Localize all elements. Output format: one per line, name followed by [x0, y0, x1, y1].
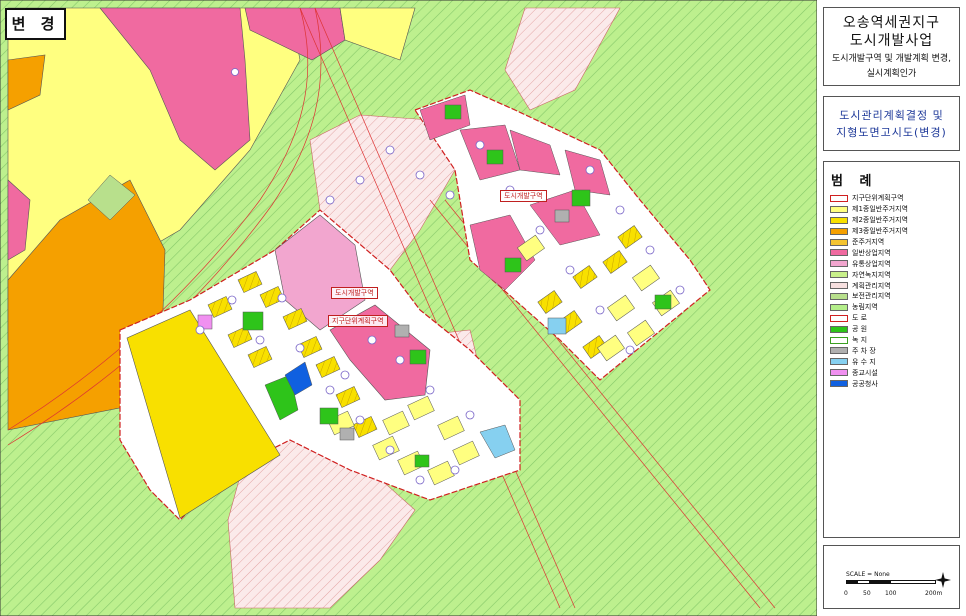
legend-swatch [830, 369, 848, 377]
legend-item: 제3종일반주거지역 [830, 226, 955, 237]
legend-swatch [830, 227, 848, 235]
legend-label: 계획관리지역 [852, 281, 891, 290]
legend-swatch [830, 216, 848, 224]
legend-panel: 범 례 지구단위계획구역제1종일반주거지역제2종일반주거지역제3종일반주거지역준… [823, 161, 960, 538]
legend-label: 보전관리지역 [852, 292, 891, 301]
legend-item: 자연녹지지역 [830, 269, 955, 280]
change-badge: 변 경 [5, 8, 66, 40]
parking-lot-west [394, 324, 410, 338]
subtitle-line-1: 도시관리계획결정 및 [839, 109, 944, 122]
scale-label: SCALE = None [846, 571, 890, 578]
legend-title: 범 례 [831, 174, 878, 189]
legend-swatch [830, 194, 848, 202]
legend-swatch [830, 347, 848, 355]
title-panel: 오송역세권지구 도시개발사업 도시개발구역 및 개발계획 변경, 실시계획인가 [823, 7, 960, 86]
legend-label: 공 원 [852, 325, 868, 334]
legend-item: 농림지역 [830, 302, 955, 313]
legend-swatch [830, 336, 848, 344]
legend-label: 자연녹지지역 [852, 270, 891, 279]
reservoir-lot-east [547, 317, 567, 335]
legend-label: 지구단위계획구역 [852, 194, 904, 203]
legend-item: 지구단위계획구역 [830, 193, 955, 204]
legend-item: 제2종일반주거지역 [830, 215, 955, 226]
legend-item: 계획관리지역 [830, 280, 955, 291]
title-line-4: 실시계획인가 [866, 69, 917, 79]
legend-swatch [830, 249, 848, 257]
legend-swatch [830, 292, 848, 300]
legend-item: 일반상업지역 [830, 247, 955, 258]
legend-swatch [830, 271, 848, 279]
legend-swatch [830, 238, 848, 246]
legend-swatch [830, 314, 848, 322]
legend-swatch [830, 358, 848, 366]
scale-tick-2: 100 [885, 590, 897, 597]
legend-swatch [830, 303, 848, 311]
legend-swatch [830, 282, 848, 290]
legend-label: 농림지역 [852, 303, 878, 312]
legend-item: 공공청사 [830, 378, 955, 389]
legend-item: 유통상업지역 [830, 258, 955, 269]
map-label-zone-north: 도시개발구역 [500, 190, 547, 202]
legend-label: 제3종일반주거지역 [852, 227, 908, 236]
scale-tick-3: 200m [925, 590, 943, 597]
parking-lot-west-2 [339, 427, 355, 441]
legend-item: 준주거지역 [830, 237, 955, 248]
parking-lot-east [554, 209, 570, 223]
legend-item: 유 수 지 [830, 356, 955, 367]
legend-label: 공공청사 [852, 379, 878, 388]
scale-tick-1: 50 [863, 590, 871, 597]
boundary-marker [231, 68, 239, 76]
zoning-map [0, 0, 817, 616]
map-label-district: 도시개발구역 [331, 287, 378, 299]
legend-list: 지구단위계획구역제1종일반주거지역제2종일반주거지역제3종일반주거지역준주거지역… [830, 193, 955, 389]
scale-tick-0: 0 [844, 590, 848, 597]
legend-item: 주 차 장 [830, 345, 955, 356]
title-line-3: 도시개발구역 및 개발계획 변경, [831, 54, 952, 64]
north-arrow-icon [935, 572, 951, 588]
subtitle-line-2: 지형도면고시도(변경) [836, 126, 947, 139]
legend-label: 주 차 장 [852, 346, 876, 355]
legend-item: 공 원 [830, 324, 955, 335]
legend-swatch [830, 205, 848, 213]
legend-label: 도 로 [852, 314, 868, 323]
legend-item: 녹 지 [830, 335, 955, 346]
legend-label: 유 수 지 [852, 357, 876, 366]
title-line-2: 도시개발사업 [849, 33, 934, 49]
subtitle-panel: 도시관리계획결정 및 지형도면고시도(변경) [823, 96, 960, 151]
scale-bar [846, 580, 936, 584]
legend-item: 보전관리지역 [830, 291, 955, 302]
legend-swatch [830, 325, 848, 333]
legend-swatch [830, 380, 848, 388]
legend-label: 준주거지역 [852, 238, 885, 246]
title-line-1: 오송역세권지구 [842, 15, 941, 31]
legend-item: 제1종일반주거지역 [830, 204, 955, 215]
legend-item: 종교시설 [830, 367, 955, 378]
legend-label: 제2종일반주거지역 [852, 216, 908, 225]
legend-swatch [830, 260, 848, 268]
legend-label: 유통상업지역 [852, 259, 891, 268]
legend-label: 제1종일반주거지역 [852, 205, 908, 214]
legend-label: 종교시설 [852, 368, 878, 377]
scale-panel: SCALE = None 0 50 100 200m [823, 545, 960, 609]
legend-label: 일반상업지역 [852, 248, 891, 257]
legend-label: 녹 지 [852, 336, 868, 345]
map-label-unit-plan: 지구단위계획구역 [328, 315, 388, 327]
legend-item: 도 로 [830, 313, 955, 324]
